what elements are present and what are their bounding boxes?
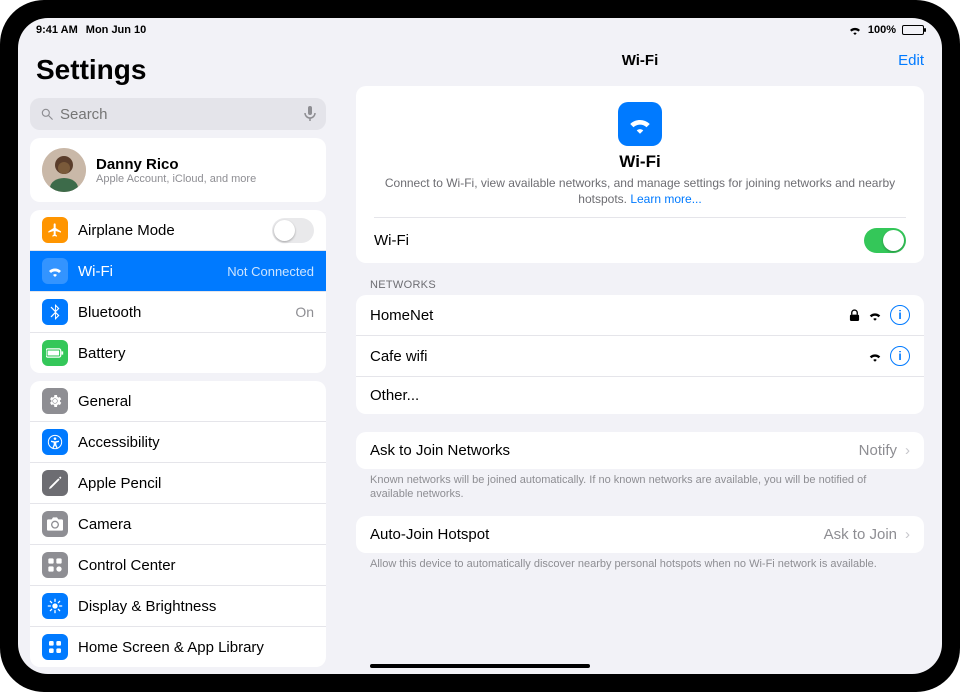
- search-input[interactable]: [60, 106, 298, 123]
- networks-header: Networks: [370, 279, 924, 291]
- sidebar-item-label: Display & Brightness: [78, 598, 314, 615]
- brightness-icon: [42, 593, 68, 619]
- sidebar-item-accessibility[interactable]: Accessibility: [30, 421, 326, 462]
- chevron-right-icon: ›: [905, 442, 910, 459]
- sidebar-item-label: Airplane Mode: [78, 222, 262, 239]
- avatar: [42, 148, 86, 192]
- sidebar-item-wifi[interactable]: Wi-Fi Not Connected: [30, 250, 326, 291]
- sidebar-item-label: Apple Pencil: [78, 475, 314, 492]
- sidebar-item-label: Bluetooth: [78, 304, 285, 321]
- accessibility-icon: [42, 429, 68, 455]
- home-screen-icon: [42, 634, 68, 660]
- wifi-strength-icon: [868, 351, 882, 362]
- learn-more-link[interactable]: Learn more...: [630, 192, 701, 206]
- ipad-frame: 9:41 AM Mon Jun 10 100% Settings: [0, 0, 960, 692]
- search-field[interactable]: [30, 98, 326, 130]
- sidebar-group-general: General Accessibility Apple Pencil: [30, 381, 326, 667]
- sidebar-item-label: General: [78, 393, 314, 410]
- sidebar-item-value: On: [295, 304, 314, 320]
- status-time: 9:41 AM: [36, 24, 78, 36]
- autojoin-value: Ask to Join: [824, 526, 897, 543]
- sidebar-item-airplane[interactable]: Airplane Mode: [30, 210, 326, 250]
- info-button[interactable]: i: [890, 305, 910, 325]
- battery-icon: [902, 25, 924, 35]
- sidebar-group-connectivity: Airplane Mode Wi-Fi Not Connected Blueto…: [30, 210, 326, 373]
- sidebar-item-label: Camera: [78, 516, 314, 533]
- wifi-hero: Wi-Fi Connect to Wi-Fi, view available n…: [356, 86, 924, 263]
- sidebar: Settings Danny Rico Apple Accou: [18, 40, 338, 674]
- wifi-hero-icon: [618, 102, 662, 146]
- screen: 9:41 AM Mon Jun 10 100% Settings: [18, 18, 942, 674]
- ask-join-label: Ask to Join Networks: [370, 442, 851, 459]
- sidebar-item-label: Control Center: [78, 557, 314, 574]
- battery-percent: 100%: [868, 24, 896, 36]
- control-center-icon: [42, 552, 68, 578]
- sidebar-item-home-screen[interactable]: Home Screen & App Library: [30, 626, 326, 667]
- camera-icon: [42, 511, 68, 537]
- sidebar-item-battery[interactable]: Battery: [30, 332, 326, 373]
- home-indicator: [370, 664, 590, 668]
- hero-description: Connect to Wi-Fi, view available network…: [374, 176, 906, 217]
- detail-pane: Wi-Fi Edit Wi-Fi Connect to Wi-Fi, view …: [338, 40, 942, 674]
- account-sub: Apple Account, iCloud, and more: [96, 173, 256, 185]
- edit-button[interactable]: Edit: [898, 52, 924, 69]
- wifi-icon: [848, 25, 862, 35]
- hero-title: Wi-Fi: [374, 152, 906, 172]
- sidebar-item-label: Home Screen & App Library: [78, 639, 314, 656]
- account-name: Danny Rico: [96, 156, 256, 173]
- wifi-toggle-row: Wi-Fi: [374, 217, 906, 263]
- lock-icon: [849, 309, 860, 322]
- wifi-icon: [42, 258, 68, 284]
- detail-header: Wi-Fi Edit: [338, 40, 942, 80]
- mic-icon[interactable]: [304, 106, 316, 122]
- network-row[interactable]: HomeNet i: [356, 295, 924, 335]
- ask-join-card: Ask to Join Networks Notify ›: [356, 432, 924, 469]
- sidebar-item-general[interactable]: General: [30, 381, 326, 421]
- network-name: HomeNet: [370, 307, 841, 324]
- sidebar-item-camera[interactable]: Camera: [30, 503, 326, 544]
- other-network-row[interactable]: Other...: [356, 376, 924, 414]
- detail-title: Wi-Fi: [622, 52, 659, 69]
- network-row[interactable]: Cafe wifi i: [356, 335, 924, 376]
- autojoin-card: Auto-Join Hotspot Ask to Join ›: [356, 516, 924, 553]
- other-label: Other...: [370, 387, 910, 404]
- sidebar-item-display[interactable]: Display & Brightness: [30, 585, 326, 626]
- battery-icon: [42, 340, 68, 366]
- wifi-strength-icon: [868, 310, 882, 321]
- sidebar-item-label: Wi-Fi: [78, 263, 217, 280]
- autojoin-row[interactable]: Auto-Join Hotspot Ask to Join ›: [356, 516, 924, 553]
- page-title: Settings: [30, 48, 326, 90]
- wifi-toggle-label: Wi-Fi: [374, 232, 409, 249]
- search-icon: [40, 107, 54, 121]
- wifi-toggle[interactable]: [864, 228, 906, 253]
- ask-join-value: Notify: [859, 442, 897, 459]
- network-name: Cafe wifi: [370, 348, 860, 365]
- networks-list: HomeNet i Cafe wifi i Other...: [356, 295, 924, 414]
- sidebar-item-apple-pencil[interactable]: Apple Pencil: [30, 462, 326, 503]
- status-date: Mon Jun 10: [86, 24, 147, 36]
- ask-join-footer: Known networks will be joined automatica…: [356, 469, 924, 502]
- sidebar-item-bluetooth[interactable]: Bluetooth On: [30, 291, 326, 332]
- pencil-icon: [42, 470, 68, 496]
- gear-icon: [42, 388, 68, 414]
- bluetooth-icon: [42, 299, 68, 325]
- sidebar-item-label: Accessibility: [78, 434, 314, 451]
- sidebar-item-value: Not Connected: [227, 264, 314, 279]
- account-card[interactable]: Danny Rico Apple Account, iCloud, and mo…: [30, 138, 326, 202]
- sidebar-item-label: Battery: [78, 345, 314, 362]
- ask-join-row[interactable]: Ask to Join Networks Notify ›: [356, 432, 924, 469]
- autojoin-footer: Allow this device to automatically disco…: [356, 553, 924, 571]
- sidebar-item-control-center[interactable]: Control Center: [30, 544, 326, 585]
- airplane-icon: [42, 217, 68, 243]
- info-button[interactable]: i: [890, 346, 910, 366]
- status-bar: 9:41 AM Mon Jun 10 100%: [18, 18, 942, 40]
- airplane-toggle[interactable]: [272, 218, 314, 243]
- autojoin-label: Auto-Join Hotspot: [370, 526, 816, 543]
- chevron-right-icon: ›: [905, 526, 910, 543]
